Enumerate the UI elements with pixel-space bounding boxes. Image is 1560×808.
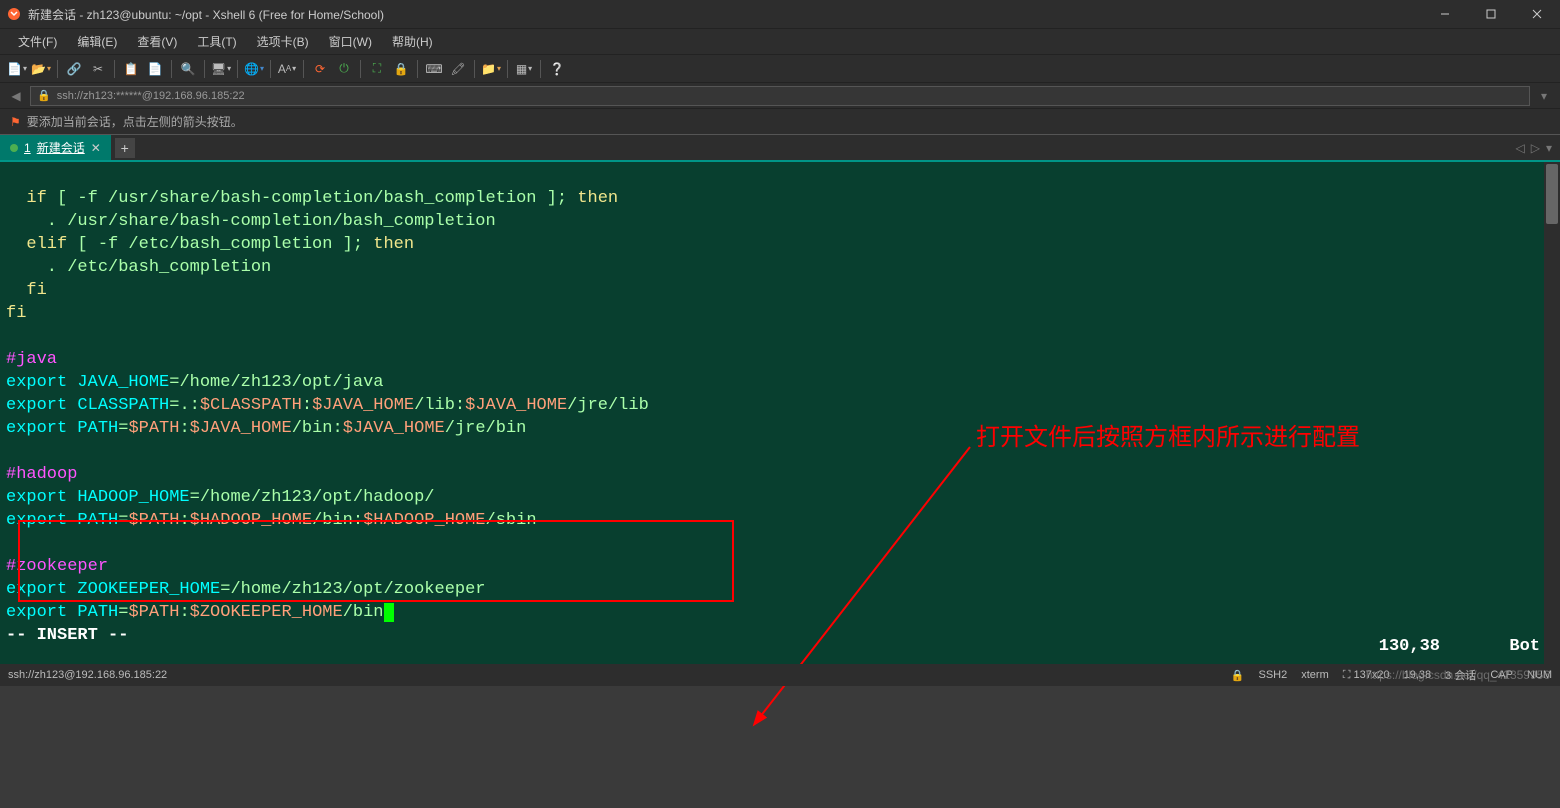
hintbar: ⚑ 要添加当前会话，点击左侧的箭头按钮。 — [0, 108, 1560, 134]
status-sess: 3 会话 — [1445, 667, 1476, 683]
tab-label: 新建会话 — [37, 139, 85, 156]
separator — [171, 60, 172, 78]
status-connection: ssh://zh123@192.168.96.185:22 — [8, 669, 167, 681]
refresh-icon[interactable]: ⟳ — [309, 58, 331, 80]
sessions-icon[interactable]: 🖥▾ — [210, 58, 232, 80]
titlebar[interactable]: 新建会话 - zh123@ubuntu: ~/opt - Xshell 6 (F… — [0, 0, 1560, 28]
maximize-button[interactable] — [1468, 0, 1514, 28]
status-dot-icon — [10, 144, 18, 152]
status-lock-icon: 🔒 — [1231, 669, 1245, 682]
separator — [204, 60, 205, 78]
new-session-icon[interactable]: 📄▾ — [6, 58, 28, 80]
open-folder-icon[interactable]: 📂▾ — [30, 58, 52, 80]
separator — [270, 60, 271, 78]
paste-icon[interactable]: 📄 — [144, 58, 166, 80]
lock-icon[interactable]: 🔒 — [390, 58, 412, 80]
toolbar: 📄▾ 📂▾ 🔗 ✂ 📋 📄 🔍 🖥▾ 🌐▾ AA▾ ⟳ ⏻ ⛶ 🔒 ⌨ 🖍 📁▾… — [0, 54, 1560, 82]
menubar: 文件(F) 编辑(E) 查看(V) 工具(T) 选项卡(B) 窗口(W) 帮助(… — [0, 28, 1560, 54]
url-field[interactable]: 🔒 ssh://zh123:******@192.168.96.185:22 — [30, 86, 1530, 106]
tab-prev-icon[interactable]: ◁ — [1514, 141, 1527, 155]
status-num: NUM — [1527, 669, 1552, 681]
cursor — [384, 603, 394, 622]
menu-help[interactable]: 帮助(H) — [384, 30, 441, 53]
vim-location: Bot — [1509, 635, 1540, 658]
separator — [540, 60, 541, 78]
addressbar: ◀ 🔒 ssh://zh123:******@192.168.96.185:22… — [0, 82, 1560, 108]
keyboard-icon[interactable]: ⌨ — [423, 58, 445, 80]
copy-icon[interactable]: 📋 — [120, 58, 142, 80]
fullscreen-icon[interactable]: ⛶ — [366, 58, 388, 80]
power-icon[interactable]: ⏻ — [333, 58, 355, 80]
window-title: 新建会话 - zh123@ubuntu: ~/opt - Xshell 6 (F… — [28, 6, 384, 23]
tab-close-icon[interactable]: ✕ — [91, 141, 101, 155]
flag-icon: ⚑ — [10, 115, 21, 129]
url-text: ssh://zh123:******@192.168.96.185:22 — [57, 90, 245, 102]
separator — [507, 60, 508, 78]
status-term: xterm — [1301, 669, 1329, 681]
status-size-label: ⛶ 137x20 — [1343, 669, 1390, 682]
status-cap: CAP — [1490, 669, 1513, 681]
reconnect-icon[interactable]: 🔗 — [63, 58, 85, 80]
minimize-button[interactable] — [1422, 0, 1468, 28]
disconnect-icon[interactable]: ✂ — [87, 58, 109, 80]
menu-file[interactable]: 文件(F) — [10, 30, 65, 53]
separator — [417, 60, 418, 78]
hint-text: 要添加当前会话，点击左侧的箭头按钮。 — [27, 113, 243, 130]
terminal[interactable]: if [ -f /usr/share/bash-completion/bash_… — [0, 160, 1560, 664]
menu-tabs[interactable]: 选项卡(B) — [249, 30, 317, 53]
search-icon[interactable]: 🔍 — [177, 58, 199, 80]
separator — [114, 60, 115, 78]
annotation-text: 打开文件后按照方框内所示进行配置 — [976, 427, 1360, 450]
separator — [474, 60, 475, 78]
new-folder-icon[interactable]: 📁▾ — [480, 58, 502, 80]
back-icon[interactable]: ◀ — [6, 86, 26, 106]
url-dropdown-icon[interactable]: ▾ — [1534, 86, 1554, 106]
separator — [237, 60, 238, 78]
menu-tools[interactable]: 工具(T) — [189, 30, 244, 53]
scrollbar-thumb[interactable] — [1546, 164, 1558, 224]
separator — [360, 60, 361, 78]
tab-list-icon[interactable]: ▾ — [1544, 141, 1554, 155]
tab-nav: ◁ ▷ ▾ — [1514, 141, 1555, 155]
help-icon[interactable]: ❔ — [546, 58, 568, 80]
app-icon — [6, 6, 22, 22]
status-pos: 19,38 — [1404, 669, 1432, 681]
layout-icon[interactable]: ▦▾ — [513, 58, 535, 80]
tab-next-icon[interactable]: ▷ — [1529, 141, 1542, 155]
menu-edit[interactable]: 编辑(E) — [69, 30, 125, 53]
highlight-icon[interactable]: 🖍 — [447, 58, 469, 80]
vim-mode: -- INSERT -- — [6, 626, 128, 645]
tab-session[interactable]: 1 新建会话 ✕ — [0, 135, 111, 161]
close-button[interactable] — [1514, 0, 1560, 28]
separator — [303, 60, 304, 78]
lock-icon: 🔒 — [37, 89, 51, 102]
tabsbar: 1 新建会话 ✕ + ◁ ▷ ▾ — [0, 134, 1560, 160]
scrollbar[interactable] — [1544, 162, 1560, 664]
tab-number: 1 — [24, 141, 31, 155]
add-tab-button[interactable]: + — [115, 138, 135, 158]
menu-window[interactable]: 窗口(W) — [321, 30, 380, 53]
terminal-content: if [ -f /usr/share/bash-completion/bash_… — [6, 187, 1554, 647]
separator — [57, 60, 58, 78]
status-ssh: SSH2 — [1258, 669, 1287, 681]
statusbar: ssh://zh123@192.168.96.185:22 🔒 SSH2 xte… — [0, 664, 1560, 686]
menu-view[interactable]: 查看(V) — [129, 30, 185, 53]
globe-icon[interactable]: 🌐▾ — [243, 58, 265, 80]
font-icon[interactable]: AA▾ — [276, 58, 298, 80]
vim-position: 130,38 — [1379, 635, 1440, 658]
